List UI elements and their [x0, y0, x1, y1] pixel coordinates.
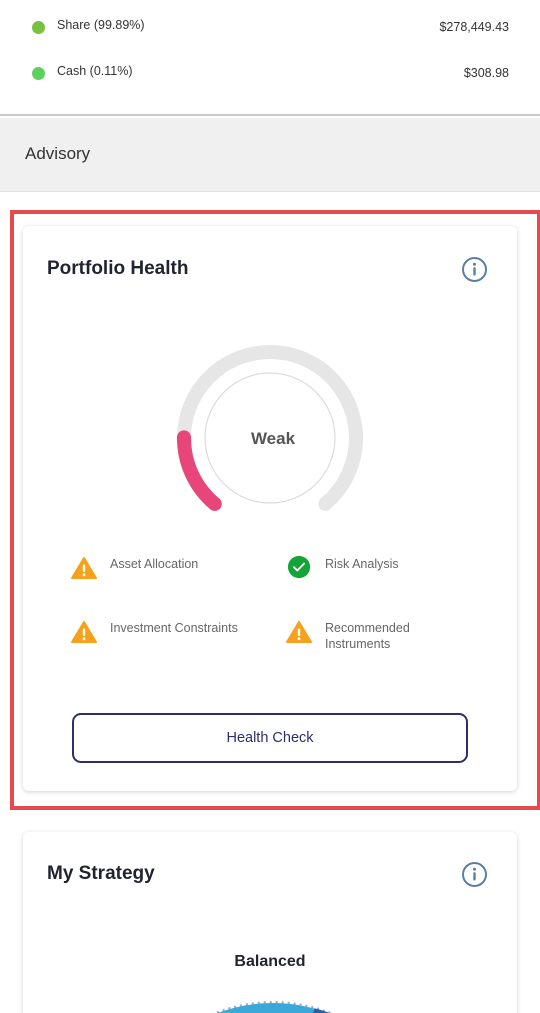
asset-label: Cash (0.11%): [57, 64, 133, 78]
screen: Share (99.89%) $278,449.43 Cash (0.11%) …: [0, 0, 540, 1013]
asset-row-cash: Cash (0.11%) $308.98: [0, 59, 540, 89]
asset-row-share: Share (99.89%) $278,449.43: [0, 13, 540, 43]
advisory-title: Advisory: [25, 144, 91, 163]
strategy-profile-label: Balanced: [234, 953, 306, 970]
strategy-gauge: [212, 1001, 334, 1013]
asset-value: $308.98: [463, 66, 509, 80]
advisory-header: Advisory: [0, 118, 540, 192]
cash-dot-icon: [32, 67, 45, 80]
my-strategy-card: My Strategy Balanced: [23, 832, 517, 1013]
asset-value: $278,449.43: [439, 20, 509, 34]
info-icon[interactable]: [461, 861, 488, 888]
share-dot-icon: [32, 21, 45, 34]
asset-breakdown: Share (99.89%) $278,449.43 Cash (0.11%) …: [0, 0, 540, 116]
highlight-outline: [10, 210, 540, 810]
my-strategy-title: My Strategy: [47, 863, 155, 884]
asset-label: Share (99.89%): [57, 18, 145, 32]
